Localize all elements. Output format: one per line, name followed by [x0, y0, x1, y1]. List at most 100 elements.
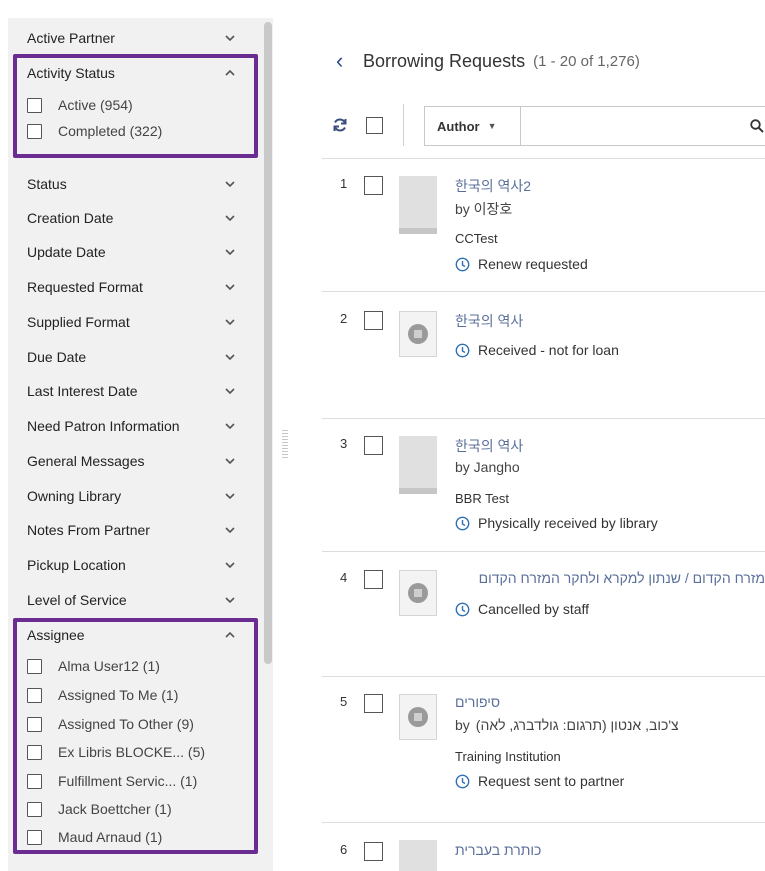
facet-label: Update Date: [27, 244, 106, 260]
chevron-down-icon: [224, 32, 236, 44]
checkbox[interactable]: [27, 801, 42, 817]
facet-level-of-service[interactable]: Level of Service: [10, 583, 250, 617]
facet-owning-library[interactable]: Owning Library: [10, 479, 250, 513]
row-checkbox[interactable]: [364, 694, 383, 713]
facet-option[interactable]: Jack Boettcher (1): [27, 798, 172, 820]
facet-label: Requested Format: [27, 279, 143, 295]
sidebar-scrollbar-thumb[interactable]: [264, 22, 272, 664]
facet-assignee[interactable]: Assignee: [10, 618, 250, 652]
list-item[interactable]: 4 מזרח הקדום / שנתון למקרא ולחקר המזרח ה…: [322, 570, 765, 670]
checkbox[interactable]: [27, 773, 42, 789]
row-checkbox[interactable]: [364, 311, 383, 330]
thumbnail: [399, 311, 437, 357]
chevron-down-icon: [224, 420, 236, 432]
facet-option[interactable]: Completed (322): [27, 120, 162, 142]
checkbox[interactable]: [27, 744, 42, 760]
facet-due-date[interactable]: Due Date: [10, 340, 250, 374]
option-label: Maud Arnaud (1): [58, 829, 163, 845]
checkbox[interactable]: [27, 687, 42, 703]
row-checkbox[interactable]: [364, 176, 383, 195]
item-title-link[interactable]: 한국의 역사: [455, 311, 523, 331]
search-icon[interactable]: [750, 119, 764, 133]
item-title-link[interactable]: 한국의 역사2: [455, 176, 531, 196]
record-disc-icon: [408, 583, 428, 603]
refresh-icon[interactable]: [332, 117, 348, 133]
list-item[interactable]: 1 한국의 역사2 by 이장호 CCTest Renew requested: [322, 176, 765, 286]
checkbox[interactable]: [27, 123, 42, 139]
facet-option[interactable]: Maud Arnaud (1): [27, 826, 162, 848]
chevron-down-icon: [224, 385, 236, 397]
row-checkbox[interactable]: [364, 436, 383, 455]
select-all-checkbox[interactable]: [366, 117, 383, 134]
facet-option[interactable]: Assigned To Me (1): [27, 684, 178, 706]
item-status: Request sent to partner: [455, 773, 624, 789]
row-number: 4: [340, 570, 348, 585]
checkbox[interactable]: [27, 97, 42, 113]
facet-update-date[interactable]: Update Date: [10, 235, 250, 269]
status-text: Renew requested: [478, 256, 588, 272]
facet-option[interactable]: Assigned To Other (9): [27, 713, 194, 735]
checkbox[interactable]: [27, 829, 42, 845]
chevron-down-icon: [224, 594, 236, 606]
thumbnail: [399, 694, 437, 740]
option-label: Active (954): [58, 97, 133, 113]
facet-activity-status[interactable]: Activity Status: [10, 56, 250, 90]
panel-resize-handle[interactable]: [282, 430, 288, 460]
item-title-link[interactable]: כותרת בעברית: [455, 842, 541, 858]
item-title-link[interactable]: מזרח הקדום / שנתון למקרא ולחקר המזרח הקד…: [455, 570, 765, 586]
clock-icon: [455, 516, 470, 531]
row-divider: [322, 822, 765, 823]
facet-label: Activity Status: [27, 65, 115, 81]
item-title-link[interactable]: סיפורים: [455, 694, 500, 710]
chevron-up-icon: [224, 67, 236, 79]
item-institution: Training Institution: [455, 749, 561, 764]
record-disc-icon: [408, 324, 428, 344]
facet-requested-format[interactable]: Requested Format: [10, 270, 250, 304]
list-item[interactable]: 5 סיפורים by צ'כוב, אנטון (תרגום: גולדבר…: [322, 694, 765, 804]
facet-general-messages[interactable]: General Messages: [10, 444, 250, 478]
list-item[interactable]: 2 한국의 역사 Received - not for loan: [322, 311, 765, 411]
author-name: צ'כוב, אנטון (תרגום: גולדברג, לאה): [475, 717, 679, 733]
checkbox[interactable]: [27, 716, 42, 732]
search-field-label: Author: [437, 118, 480, 134]
facet-creation-date[interactable]: Creation Date: [10, 201, 250, 235]
row-divider: [322, 158, 765, 159]
row-divider: [322, 418, 765, 419]
facet-last-interest-date[interactable]: Last Interest Date: [10, 374, 250, 408]
option-label: Assigned To Me (1): [58, 687, 179, 703]
facet-supplied-format[interactable]: Supplied Format: [10, 305, 250, 339]
facet-need-patron-information[interactable]: Need Patron Information: [10, 409, 250, 443]
clock-icon: [455, 257, 470, 272]
status-text: Request sent to partner: [478, 773, 625, 789]
checkbox[interactable]: [27, 658, 42, 674]
by-prefix: by: [455, 717, 470, 733]
facet-notes-from-partner[interactable]: Notes From Partner: [10, 513, 250, 547]
facet-label: Notes From Partner: [27, 522, 150, 538]
row-checkbox[interactable]: [364, 842, 383, 861]
facet-option[interactable]: Alma User12 (1): [27, 655, 160, 677]
facet-label: Last Interest Date: [27, 383, 138, 399]
thumbnail: [399, 840, 437, 871]
facet-active-partner[interactable]: Active Partner: [10, 21, 250, 55]
list-item[interactable]: 6 כותרת בעברית: [322, 840, 765, 871]
row-number: 3: [340, 436, 348, 451]
facet-pickup-location[interactable]: Pickup Location: [10, 548, 250, 582]
search-field-dropdown[interactable]: Author ▼: [425, 107, 521, 145]
row-checkbox[interactable]: [364, 570, 383, 589]
option-label: Ex Libris BLOCKE... (5): [58, 744, 206, 760]
list-item[interactable]: 3 한국의 역사 by Jangho BBR Test Physically r…: [322, 436, 765, 546]
row-divider: [322, 291, 765, 292]
facet-option[interactable]: Active (954): [27, 94, 133, 116]
clock-icon: [455, 774, 470, 789]
facet-label: Creation Date: [27, 210, 114, 226]
facet-option[interactable]: Fulfillment Servic... (1): [27, 770, 197, 792]
chevron-down-icon: [224, 351, 236, 363]
caret-down-icon: ▼: [487, 121, 497, 131]
chevron-down-icon: [224, 559, 236, 571]
facet-status[interactable]: Status: [10, 167, 250, 201]
facet-option[interactable]: Ex Libris BLOCKE... (5): [27, 741, 205, 763]
item-title-link[interactable]: 한국의 역사: [455, 436, 523, 456]
result-count: (1 - 20 of 1,276): [533, 52, 640, 70]
back-chevron-icon[interactable]: ‹: [336, 50, 350, 72]
status-text: Cancelled by staff: [478, 601, 590, 617]
